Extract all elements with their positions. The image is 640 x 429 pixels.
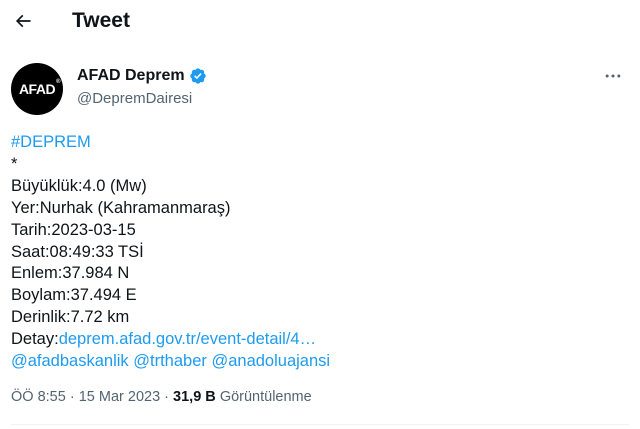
- divider: [11, 424, 629, 425]
- back-button[interactable]: [10, 8, 36, 34]
- mention-link[interactable]: @trthaber: [133, 352, 207, 370]
- hashtag-link[interactable]: #DEPREM: [11, 133, 91, 151]
- tweet-timestamp-time[interactable]: ÖÖ 8:55: [11, 389, 66, 405]
- meta-separator: ·: [164, 389, 170, 405]
- tweet-meta: ÖÖ 8:55 · 15 Mar 2023 · 31,9 B Görüntüle…: [11, 389, 312, 405]
- verified-badge-icon[interactable]: [189, 67, 207, 85]
- tweet-separator: *: [11, 154, 18, 173]
- registered-mark-icon: ®: [56, 79, 61, 85]
- mention-link[interactable]: @afadbaskanlik: [11, 352, 129, 370]
- avatar-logo-text: AFAD ®: [18, 79, 61, 97]
- tweet-line-depth: Derinlik:7.72 km: [11, 308, 130, 327]
- mention-link[interactable]: @anadoluajansi: [211, 352, 330, 370]
- views-label: Görüntülenme: [219, 389, 312, 405]
- detail-link[interactable]: deprem.afad.gov.tr/event-detail/4…: [59, 330, 316, 348]
- tweet-line-location: Yer:Nurhak (Kahramanmaraş): [11, 198, 231, 217]
- author-handle[interactable]: @DepremDairesi: [77, 90, 192, 107]
- tweet-line-time: Saat:08:49:33 TSİ: [11, 242, 144, 261]
- arrow-left-icon: [15, 14, 31, 28]
- tweet-line-latitude: Enlem:37.984 N: [11, 264, 130, 283]
- detail-label: Detay:: [11, 330, 59, 349]
- page-title: Tweet: [72, 9, 130, 32]
- avatar[interactable]: AFAD ®: [11, 63, 63, 115]
- tweet-text: #DEPREM * Büyüklük:4.0 (Mw) Yer:Nurhak (…: [11, 132, 631, 373]
- meta-separator: ·: [69, 389, 75, 405]
- tweet-line-longitude: Boylam:37.494 E: [11, 286, 137, 305]
- more-horizontal-icon: [605, 74, 621, 78]
- more-options-button[interactable]: [600, 66, 626, 86]
- views-count: 31,9 B: [173, 389, 216, 405]
- author-name-row: AFAD Deprem: [77, 66, 207, 86]
- author-display-name[interactable]: AFAD Deprem: [77, 67, 185, 85]
- tweet-timestamp-date[interactable]: 15 Mar 2023: [79, 389, 160, 405]
- top-bar: Tweet: [0, 0, 640, 44]
- tweet-line-magnitude: Büyüklük:4.0 (Mw): [11, 176, 147, 195]
- tweet-line-date: Tarih:2023-03-15: [11, 220, 136, 239]
